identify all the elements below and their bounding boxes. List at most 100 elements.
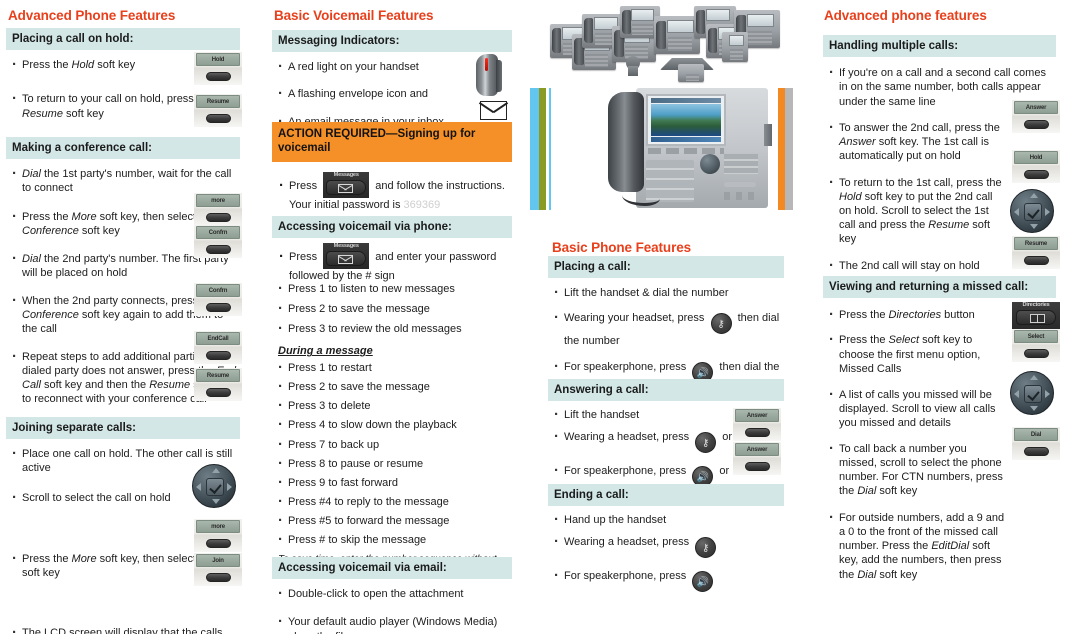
- messages-button-icon[interactable]: Messages: [323, 243, 370, 269]
- section-heading-missed-call: Viewing and returning a missed call:: [823, 276, 1056, 299]
- list-ending-a-call: Hand up the handset Wearing a headset, p…: [548, 510, 784, 593]
- softkey-button[interactable]: [206, 72, 231, 81]
- softkey-more-2[interactable]: more: [194, 519, 242, 552]
- softkey-button[interactable]: [206, 114, 231, 123]
- nav-down-arrow-icon[interactable]: [1030, 224, 1038, 229]
- softkey-label: Join: [196, 554, 240, 567]
- list-item: Press #5 to forward the message: [275, 511, 515, 530]
- softkey-more[interactable]: more: [194, 193, 242, 226]
- softkey-button[interactable]: [1024, 256, 1049, 265]
- list-item-text: For speakerphone, press: [564, 360, 687, 373]
- softkey-button[interactable]: [206, 539, 231, 548]
- phone-bottom-keys: [724, 192, 758, 200]
- directories-key-label: Directories: [1022, 302, 1050, 308]
- softkey-label: more: [196, 194, 240, 207]
- softkey-label: Dial: [1014, 428, 1058, 441]
- messages-key-pad[interactable]: [326, 180, 367, 195]
- softkey-answer-2[interactable]: Answer: [733, 442, 781, 475]
- list-item: The 2nd call will stay on hold: [826, 256, 1006, 275]
- softkey-button[interactable]: [206, 213, 231, 222]
- stripe-blue-thin: [549, 88, 551, 210]
- softkey-label: Resume: [1014, 237, 1058, 250]
- envelope-glyph-icon: [338, 184, 354, 193]
- softkey-label: Hold: [196, 53, 240, 66]
- nav-down-arrow-icon[interactable]: [212, 499, 220, 504]
- softkey-button[interactable]: [745, 428, 770, 437]
- nav-left-arrow-icon[interactable]: [1014, 208, 1019, 216]
- nav-left-arrow-icon[interactable]: [1014, 390, 1019, 398]
- list-item: Press the Select soft key to choose the …: [826, 330, 1006, 375]
- softkey-answer-1[interactable]: Answer: [733, 408, 781, 441]
- nav-select-button[interactable]: [206, 478, 224, 496]
- book-icon: [1030, 314, 1045, 323]
- nav-up-arrow-icon[interactable]: [1030, 193, 1038, 198]
- action-required-banner: ACTION REQUIRED—Signing up for voicemail: [272, 122, 512, 162]
- nav-select-button[interactable]: [1024, 203, 1042, 221]
- softkey-hold[interactable]: Hold: [194, 52, 242, 85]
- list-item-tail: or: [719, 465, 730, 478]
- envelope-glyph-icon: [338, 255, 354, 264]
- messages-key-pad[interactable]: [326, 251, 367, 266]
- envelope-icon: [480, 101, 507, 120]
- bullet-marker: ·: [279, 177, 284, 194]
- nav-right-arrow-icon[interactable]: [1045, 390, 1050, 398]
- softkey-resume[interactable]: Resume: [1012, 236, 1060, 269]
- navigation-wheel-icon[interactable]: [1010, 371, 1054, 415]
- nav-left-arrow-icon[interactable]: [196, 483, 201, 491]
- list-item-text: Wearing a headset, press: [564, 536, 690, 549]
- headset-icon[interactable]: ⚷: [695, 537, 717, 559]
- nav-select-button[interactable]: [1024, 385, 1042, 403]
- softkey-button[interactable]: [745, 462, 770, 471]
- decorative-stripes-right: [778, 88, 794, 210]
- softkey-button[interactable]: [1024, 349, 1049, 358]
- navigation-wheel-icon[interactable]: [1010, 189, 1054, 233]
- mini-camera-base: [628, 66, 638, 76]
- list-item: For speakerphone, press 🔊: [551, 566, 784, 593]
- directories-key-pad[interactable]: [1016, 310, 1056, 325]
- headset-icon[interactable]: ⚷: [695, 432, 717, 454]
- nav-right-arrow-icon[interactable]: [1045, 208, 1050, 216]
- list-during-a-message: Press 1 to restart Press 2 to save the m…: [272, 358, 515, 549]
- softkey-join[interactable]: Join: [194, 553, 242, 586]
- softkey-button[interactable]: [1024, 120, 1049, 129]
- softkey-button[interactable]: [206, 351, 231, 360]
- phone-footstand: [764, 124, 772, 146]
- column-advanced-phone-features-2: Advanced phone features Handling multipl…: [820, 0, 1062, 634]
- softkey-button[interactable]: [206, 303, 231, 312]
- softkey-confrn-2[interactable]: Confrn: [194, 283, 242, 316]
- softkey-resume-2[interactable]: Resume: [194, 368, 242, 401]
- softkey-answer[interactable]: Answer: [1012, 100, 1060, 133]
- softkey-hold[interactable]: Hold: [1012, 150, 1060, 183]
- phone-feature-keys: [724, 154, 758, 174]
- headset-icon[interactable]: ⚷: [710, 313, 732, 335]
- nav-up-arrow-icon[interactable]: [1030, 375, 1038, 380]
- list-item: Press 3 to review the old messages: [275, 319, 515, 338]
- softkey-button[interactable]: [1024, 447, 1049, 456]
- speaker-icon[interactable]: 🔊: [692, 571, 714, 593]
- list-item-text: Wearing a headset, press: [564, 431, 690, 444]
- softkey-dial[interactable]: Dial: [1012, 427, 1060, 460]
- softkey-button[interactable]: [206, 573, 231, 582]
- messages-button-icon[interactable]: Messages: [323, 172, 370, 198]
- nav-right-arrow-icon[interactable]: [227, 483, 232, 491]
- section-heading-joining-separate-calls: Joining separate calls:: [6, 417, 240, 440]
- softkey-label: EndCall: [196, 332, 240, 345]
- list-item: Wearing a headset, press ⚷: [551, 532, 784, 559]
- nav-up-arrow-icon[interactable]: [212, 468, 220, 473]
- softkey-button[interactable]: [206, 388, 231, 397]
- softkey-confrn-1[interactable]: Confrn: [194, 225, 242, 258]
- list-item: Press 2 to save the message: [275, 299, 515, 318]
- softkey-resume[interactable]: Resume: [194, 94, 242, 127]
- softkey-button[interactable]: [1024, 170, 1049, 179]
- softkey-button[interactable]: [206, 245, 231, 254]
- list-item: Press # to skip the message: [275, 530, 515, 549]
- bullet-marker: ·: [279, 248, 284, 265]
- navigation-wheel-icon[interactable]: [192, 464, 236, 508]
- directories-button-icon[interactable]: Directories: [1012, 302, 1060, 329]
- nav-down-arrow-icon[interactable]: [1030, 406, 1038, 411]
- softkey-select[interactable]: Select: [1012, 329, 1060, 362]
- list-item: Press 8 to pause or resume: [275, 454, 515, 473]
- softkey-endcall[interactable]: EndCall: [194, 331, 242, 364]
- decorative-stripes-left: [530, 88, 552, 210]
- list-item: Press 1 to listen to new messages: [275, 279, 515, 298]
